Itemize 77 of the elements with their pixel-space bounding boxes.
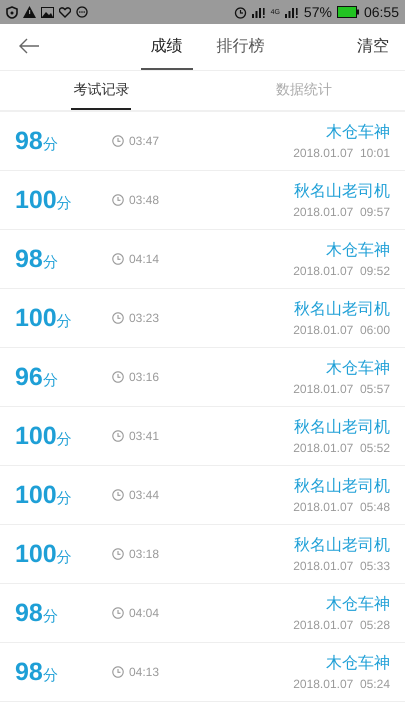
warning-icon [23, 6, 36, 18]
record-date: 2018.01.07 05:52 [293, 441, 390, 455]
record-date: 2018.01.07 06:00 [293, 323, 390, 337]
duration: 03:47 [129, 134, 160, 148]
player-name: 木仓车神 [326, 358, 390, 379]
shield-icon [6, 6, 18, 18]
player-name: 秋名山老司机 [294, 181, 390, 202]
clock-icon [112, 194, 124, 206]
player-name: 木仓车神 [326, 594, 390, 615]
signal-icon [252, 6, 266, 18]
record-row[interactable]: 100分 03:18 秋名山老司机 2018.01.07 05:33 [0, 525, 405, 584]
sub-tab[interactable]: 考试记录 [71, 71, 132, 110]
image-icon [41, 6, 54, 18]
clock-icon [112, 371, 124, 383]
record-row[interactable]: 98分 04:14 木仓车神 2018.01.07 09:52 [0, 230, 405, 289]
player-name: 秋名山老司机 [294, 299, 390, 320]
player-name: 秋名山老司机 [294, 476, 390, 497]
record-date: 2018.01.07 09:52 [293, 264, 390, 278]
clock-icon [112, 312, 124, 324]
duration: 03:23 [129, 311, 160, 325]
record-row[interactable]: 96分 03:16 木仓车神 2018.01.07 05:57 [0, 348, 405, 407]
chat-icon [76, 6, 88, 18]
score: 100分 [15, 186, 73, 214]
sub-tab[interactable]: 数据统计 [274, 71, 334, 110]
record-row[interactable]: 100分 03:41 秋名山老司机 2018.01.07 05:52 [0, 407, 405, 466]
battery-icon [336, 6, 359, 18]
duration: 03:48 [129, 193, 160, 207]
player-name: 木仓车神 [326, 122, 390, 143]
clock-icon [112, 253, 124, 265]
score: 100分 [15, 540, 73, 568]
record-date: 2018.01.07 10:01 [293, 146, 390, 160]
record-row[interactable]: 100分 03:44 秋名山老司机 2018.01.07 05:48 [0, 466, 405, 525]
signal-icon [284, 6, 299, 18]
score: 96分 [15, 362, 59, 392]
score: 100分 [15, 480, 73, 510]
clock-icon [112, 489, 124, 501]
duration: 03:44 [129, 488, 160, 502]
heart-icon [59, 6, 71, 18]
player-name: 木仓车神 [326, 240, 390, 261]
duration: 04:04 [129, 606, 160, 620]
score: 98分 [15, 598, 59, 628]
record-date: 2018.01.07 05:28 [293, 618, 390, 632]
record-date: 2018.01.07 05:24 [293, 677, 390, 691]
duration: 03:16 [129, 370, 160, 384]
back-arrow-icon[interactable] [18, 38, 40, 54]
alarm-icon [234, 6, 247, 18]
record-row[interactable]: 98分 03:47 木仓车神 2018.01.07 10:01 [0, 112, 405, 171]
score: 98分 [15, 126, 59, 156]
duration: 03:18 [129, 547, 160, 561]
duration: 04:14 [129, 252, 160, 266]
player-name: 秋名山老司机 [294, 417, 390, 438]
duration: 04:13 [129, 665, 160, 679]
score: 100分 [15, 422, 73, 450]
player-name: 秋名山老司机 [294, 535, 390, 556]
score: 100分 [15, 304, 73, 332]
clock-icon [112, 430, 124, 442]
clear-button[interactable]: 清空 [357, 36, 389, 57]
record-date: 2018.01.07 05:48 [293, 500, 390, 514]
clock-icon [112, 666, 124, 678]
record-date: 2018.01.07 05:33 [293, 559, 390, 573]
clock-icon [112, 135, 124, 147]
record-row[interactable]: 100分 03:23 秋名山老司机 2018.01.07 06:00 [0, 289, 405, 348]
record-row[interactable]: 100分 03:48 秋名山老司机 2018.01.07 09:57 [0, 171, 405, 230]
clock-icon [112, 548, 124, 560]
tab[interactable]: 成绩 [140, 24, 192, 70]
record-row[interactable]: 98分 04:04 木仓车神 2018.01.07 05:28 [0, 584, 405, 643]
battery-percent: 57% [304, 4, 332, 20]
duration: 03:41 [129, 429, 160, 443]
record-row[interactable]: 98分 04:13 木仓车神 2018.01.07 05:24 [0, 643, 405, 702]
score: 98分 [15, 658, 59, 686]
player-name: 木仓车神 [326, 653, 390, 674]
clock-icon [112, 607, 124, 619]
clock-time: 06:55 [364, 4, 399, 20]
record-date: 2018.01.07 09:57 [293, 205, 390, 219]
tab[interactable]: 排行榜 [206, 24, 274, 70]
record-date: 2018.01.07 05:57 [293, 382, 390, 396]
score: 98分 [15, 244, 59, 274]
